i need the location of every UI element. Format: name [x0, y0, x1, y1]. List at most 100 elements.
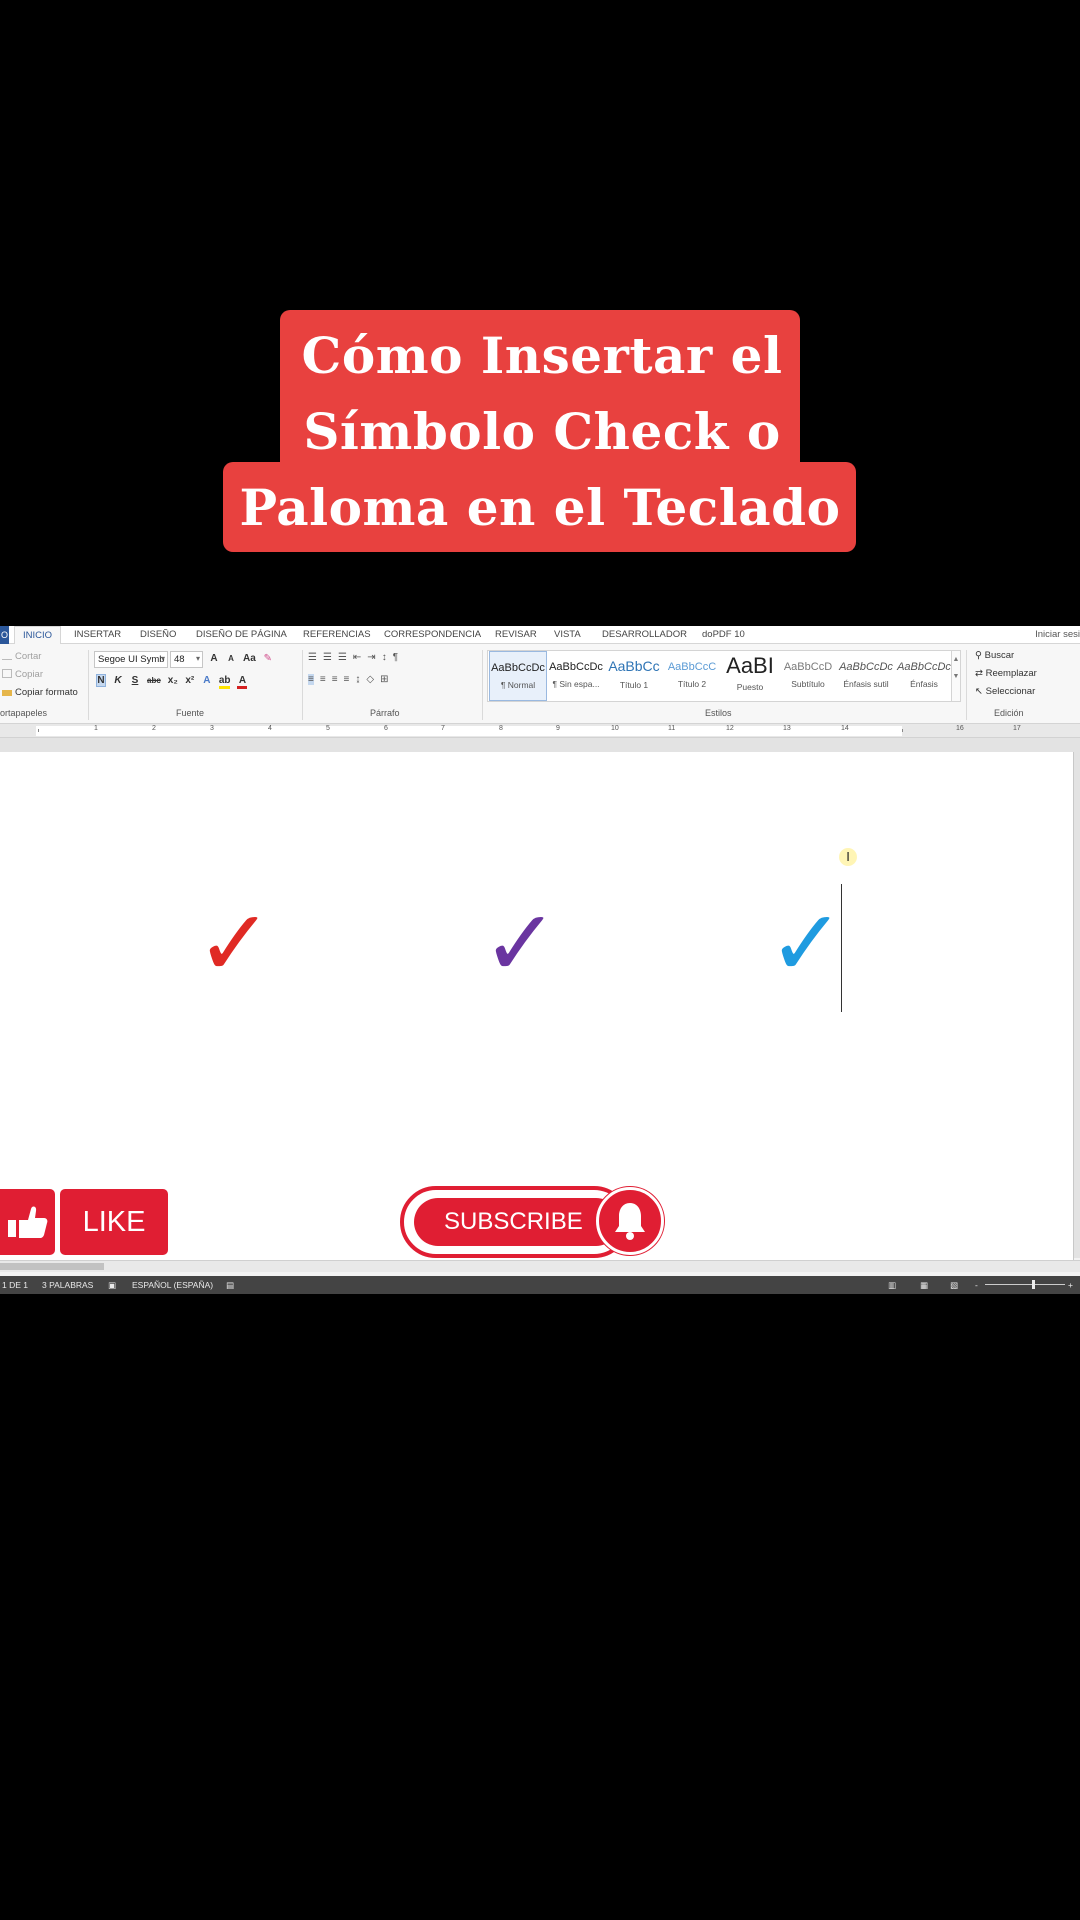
binoculars-icon: ⚲: [975, 650, 985, 661]
find-button[interactable]: ⚲ Buscar: [975, 650, 1014, 661]
copy-icon: [2, 669, 12, 678]
justify-icon[interactable]: ≡: [344, 674, 350, 685]
title-line-2: Símbolo Check o: [303, 402, 781, 461]
pilcrow-icon[interactable]: ¶: [393, 652, 398, 663]
web-layout-icon[interactable]: ▧: [950, 1280, 958, 1291]
replace-button[interactable]: ⇄ Reemplazar: [975, 668, 1037, 679]
style-subtitle[interactable]: AaBbCcD Subtítulo: [779, 651, 837, 701]
status-bar: 1 DE 1 3 PALABRAS ▣ ESPAÑOL (ESPAÑA) ▤ ▥…: [0, 1276, 1080, 1294]
font-size-select[interactable]: 48: [170, 651, 203, 668]
font-name-select[interactable]: Segoe UI Symb: [94, 651, 168, 668]
indent-marker[interactable]: [38, 729, 39, 732]
align-left-icon[interactable]: ≡: [308, 674, 314, 685]
increase-indent-icon[interactable]: ⇥: [367, 652, 375, 663]
decrease-indent-icon[interactable]: ⇤: [353, 652, 361, 663]
thumbs-up-icon[interactable]: [0, 1189, 55, 1255]
read-mode-icon[interactable]: ▥: [888, 1280, 896, 1291]
align-right-icon[interactable]: ≡: [332, 674, 338, 685]
font-color-icon[interactable]: A: [237, 675, 248, 689]
line-spacing-icon[interactable]: ↨: [355, 674, 360, 685]
zoom-in-icon[interactable]: +: [1068, 1280, 1073, 1290]
proofing-icon[interactable]: ▣: [108, 1280, 116, 1291]
zoom-slider-thumb[interactable]: [1032, 1280, 1035, 1289]
style-subtle-emphasis[interactable]: AaBbCcDc Énfasis sutil: [837, 651, 895, 701]
tab-diseno-pagina[interactable]: DISEÑO DE PÁGINA: [196, 629, 287, 640]
sign-in-link[interactable]: Iniciar sesi: [1035, 629, 1080, 640]
change-case-button[interactable]: Aa: [243, 653, 256, 664]
shading-icon[interactable]: ◇: [366, 674, 374, 685]
macro-icon[interactable]: ▤: [226, 1280, 234, 1291]
zoom-out-icon[interactable]: -: [975, 1280, 978, 1290]
group-divider: [88, 650, 89, 720]
group-divider: [482, 650, 483, 720]
numbering-icon[interactable]: ☰: [323, 652, 332, 663]
tab-inicio[interactable]: INICIO: [14, 626, 62, 645]
title-line-1: Cómo Insertar el: [301, 326, 783, 385]
video-title-overlay: Cómo Insertar el Símbolo Check o Paloma …: [0, 300, 1080, 560]
editing-group-label: Edición: [994, 708, 1024, 718]
tab-revisar[interactable]: REVISAR: [495, 629, 537, 640]
tab-dopdf[interactable]: doPDF 10: [702, 629, 745, 640]
print-layout-icon[interactable]: ▦: [920, 1280, 928, 1291]
horizontal-scrollbar[interactable]: [0, 1260, 1080, 1272]
subscribe-label: SUBSCRIBE: [414, 1198, 620, 1246]
horizontal-ruler[interactable]: 1 2 3 4 5 6 7 8 9 10 11 12 13 14 16 17: [0, 724, 1080, 738]
ruler-number: 16: [956, 725, 964, 732]
style-no-spacing[interactable]: AaBbCcDc ¶ Sin espa...: [547, 651, 605, 701]
style-heading-1[interactable]: AaBbCc Título 1: [605, 651, 663, 701]
tab-referencias[interactable]: REFERENCIAS: [303, 629, 371, 640]
borders-icon[interactable]: ⊞: [380, 674, 388, 685]
group-divider: [966, 650, 967, 720]
page-count[interactable]: 1 DE 1: [2, 1280, 28, 1290]
tab-file[interactable]: O: [0, 626, 9, 644]
chevron-up-icon[interactable]: ▲: [953, 656, 960, 663]
style-title[interactable]: AaBI Puesto: [721, 651, 779, 701]
ruler-text-area: [36, 726, 902, 736]
language-indicator[interactable]: ESPAÑOL (ESPAÑA): [132, 1280, 213, 1290]
copy-button[interactable]: Copiar: [2, 669, 43, 680]
styles-scroll[interactable]: ▲ ▼: [951, 650, 961, 702]
bold-button[interactable]: N: [96, 674, 106, 687]
superscript-button[interactable]: x²: [185, 675, 195, 686]
style-emphasis[interactable]: AaBbCcDc Énfasis: [895, 651, 953, 701]
cut-button[interactable]: Cortar: [2, 651, 41, 662]
right-indent-marker[interactable]: [902, 729, 903, 732]
ruler-number: 10: [611, 725, 619, 732]
tab-desarrollador[interactable]: DESARROLLADOR: [602, 629, 687, 640]
style-normal[interactable]: AaBbCcDc ¶ Normal: [489, 651, 547, 701]
styles-group-label: Estilos: [705, 708, 732, 718]
strikethrough-button[interactable]: abc: [147, 676, 161, 685]
bell-icon[interactable]: [596, 1187, 664, 1255]
text-effects-icon[interactable]: A: [202, 675, 212, 686]
like-button[interactable]: LIKE: [60, 1189, 168, 1255]
grow-font-button[interactable]: A: [209, 653, 219, 664]
clipboard-group-label: ortapapeles: [0, 708, 48, 718]
tab-vista[interactable]: VISTA: [554, 629, 581, 640]
word-count[interactable]: 3 PALABRAS: [42, 1280, 93, 1290]
scroll-thumb[interactable]: [0, 1263, 104, 1270]
replace-icon: ⇄: [975, 668, 986, 679]
clear-format-icon[interactable]: ✎: [263, 653, 273, 664]
format-painter-button[interactable]: Copiar formato: [2, 687, 78, 698]
highlight-icon[interactable]: ab: [218, 675, 231, 689]
ruler-number: 4: [268, 725, 272, 732]
tab-diseno[interactable]: DISEÑO: [140, 629, 176, 640]
sort-icon[interactable]: ↕: [382, 652, 387, 663]
align-center-icon[interactable]: ≡: [320, 674, 326, 685]
zoom-slider[interactable]: [985, 1284, 1065, 1285]
select-button[interactable]: ↖ Seleccionar: [975, 686, 1035, 697]
ruler-number: 8: [499, 725, 503, 732]
underline-button[interactable]: S: [130, 675, 140, 686]
bullets-icon[interactable]: ☰: [308, 652, 317, 663]
ruler-number: 12: [726, 725, 734, 732]
style-heading-2[interactable]: AaBbCcC Título 2: [663, 651, 721, 701]
chevron-down-icon[interactable]: ▼: [953, 673, 960, 680]
shrink-font-button[interactable]: A: [226, 654, 236, 663]
italic-button[interactable]: K: [113, 675, 123, 686]
check-mark-red: ✓: [196, 890, 274, 997]
ruler-number: 1: [94, 725, 98, 732]
tab-insertar[interactable]: INSERTAR: [74, 629, 121, 640]
subscript-button[interactable]: x₂: [168, 675, 178, 686]
multilevel-list-icon[interactable]: ☰: [338, 652, 347, 663]
tab-correspondencia[interactable]: CORRESPONDENCIA: [384, 629, 481, 640]
